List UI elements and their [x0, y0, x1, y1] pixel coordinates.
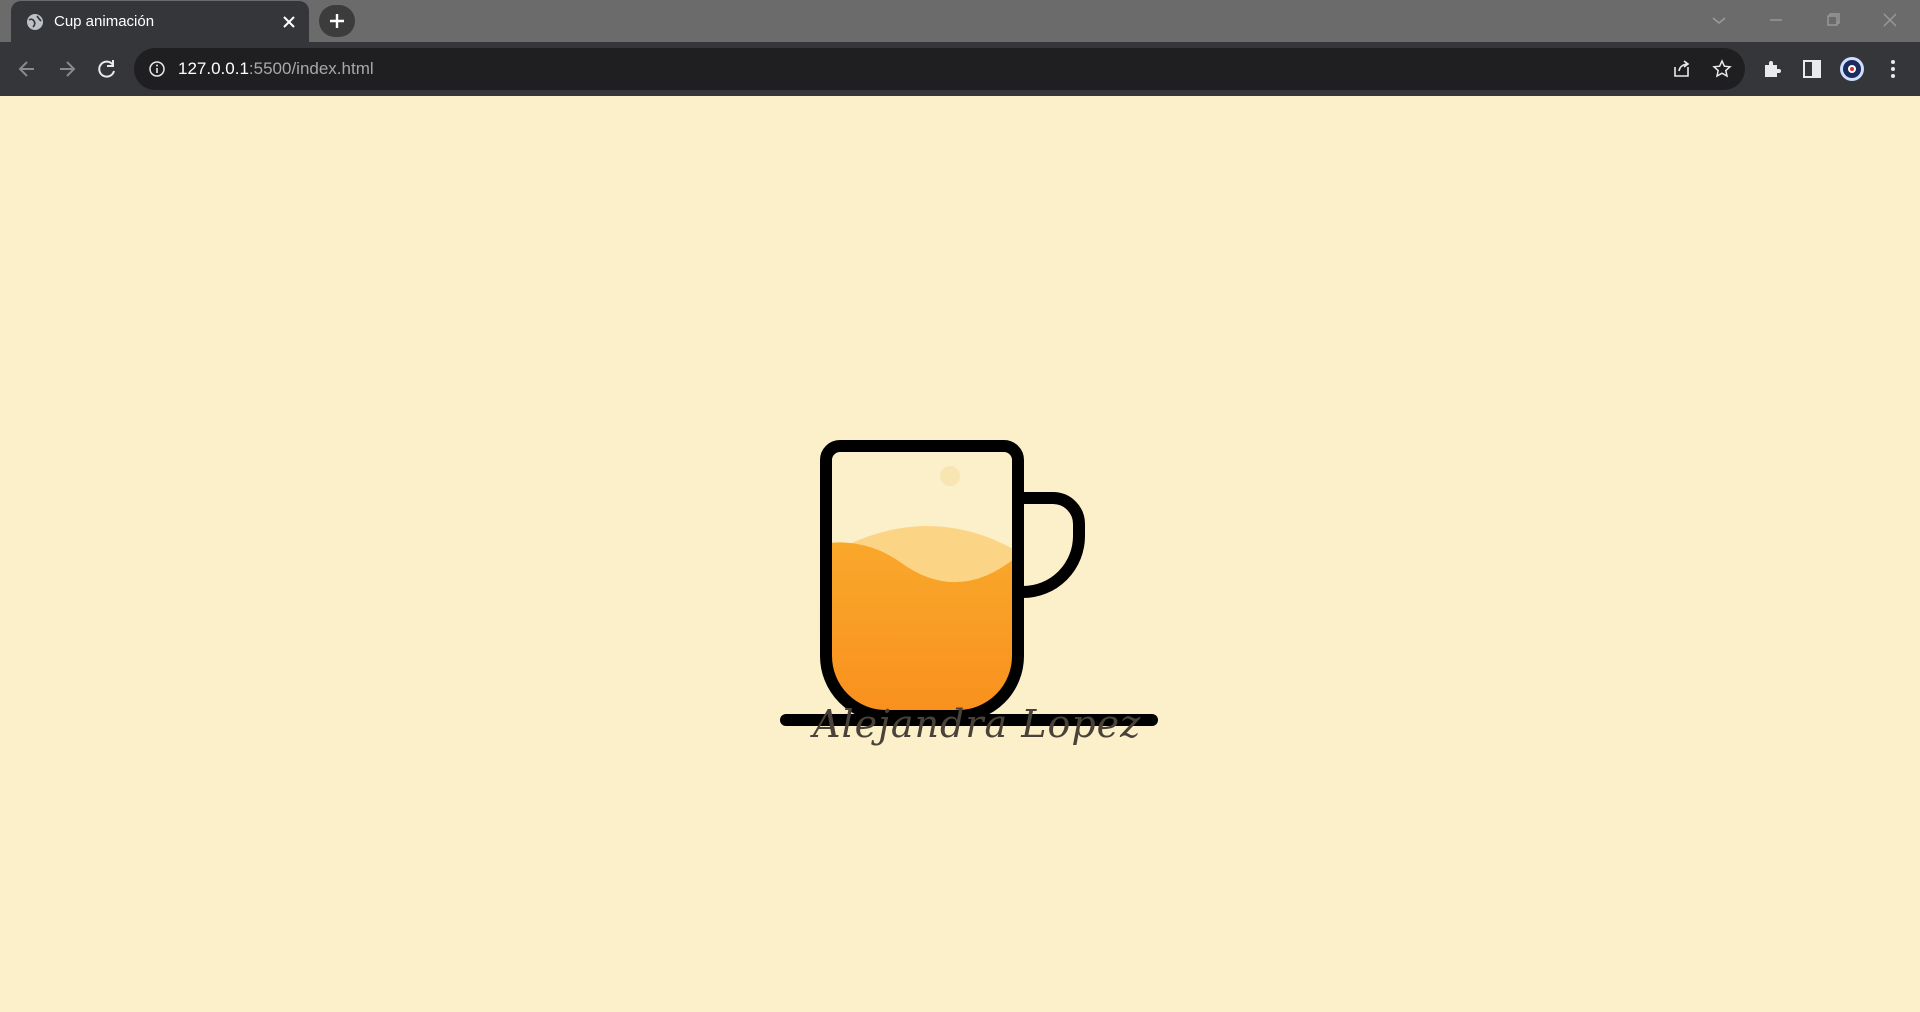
close-window-icon[interactable] [1878, 8, 1902, 32]
tab-cup-animacion[interactable]: Cup animación [11, 1, 309, 42]
side-panel-icon[interactable] [1799, 56, 1825, 82]
forward-arrow-icon[interactable] [52, 54, 82, 84]
share-icon[interactable] [1671, 58, 1693, 80]
cup-handle [1012, 492, 1085, 598]
plus-icon [330, 14, 344, 28]
minimize-icon[interactable] [1764, 8, 1788, 32]
more-menu-icon[interactable] [1880, 56, 1906, 82]
tab-search-chevron-icon[interactable] [1707, 8, 1731, 32]
info-icon[interactable] [148, 60, 166, 78]
browser-toolbar: 127.0.0.1:5500/index.html [0, 42, 1920, 96]
url-host: 127.0.0.1 [178, 59, 249, 78]
back-arrow-icon[interactable] [12, 54, 42, 84]
page-content: Alejandra Lopez [0, 96, 1920, 1012]
profile-avatar-icon[interactable] [1839, 56, 1865, 82]
extensions-puzzle-icon[interactable] [1759, 56, 1785, 82]
url-text: 127.0.0.1:5500/index.html [178, 59, 374, 79]
bubble-shape [940, 466, 960, 486]
new-tab-button[interactable] [319, 5, 355, 37]
signature-text: Alejandra Lopez [813, 702, 1142, 746]
bookmark-star-icon[interactable] [1711, 58, 1733, 80]
tab-title: Cup animación [54, 13, 155, 30]
tab-strip: Cup animación [0, 0, 1920, 42]
reload-icon[interactable] [92, 54, 122, 84]
globe-icon [27, 14, 43, 30]
address-bar[interactable]: 127.0.0.1:5500/index.html [134, 48, 1745, 90]
url-path: :5500/index.html [248, 59, 374, 78]
close-tab-icon[interactable] [279, 12, 299, 32]
signature: Alejandra Lopez [813, 702, 1163, 762]
browser-chrome: Cup animación 127.0.0.1:5500/index.html [0, 0, 1920, 96]
restore-icon[interactable] [1821, 8, 1845, 32]
